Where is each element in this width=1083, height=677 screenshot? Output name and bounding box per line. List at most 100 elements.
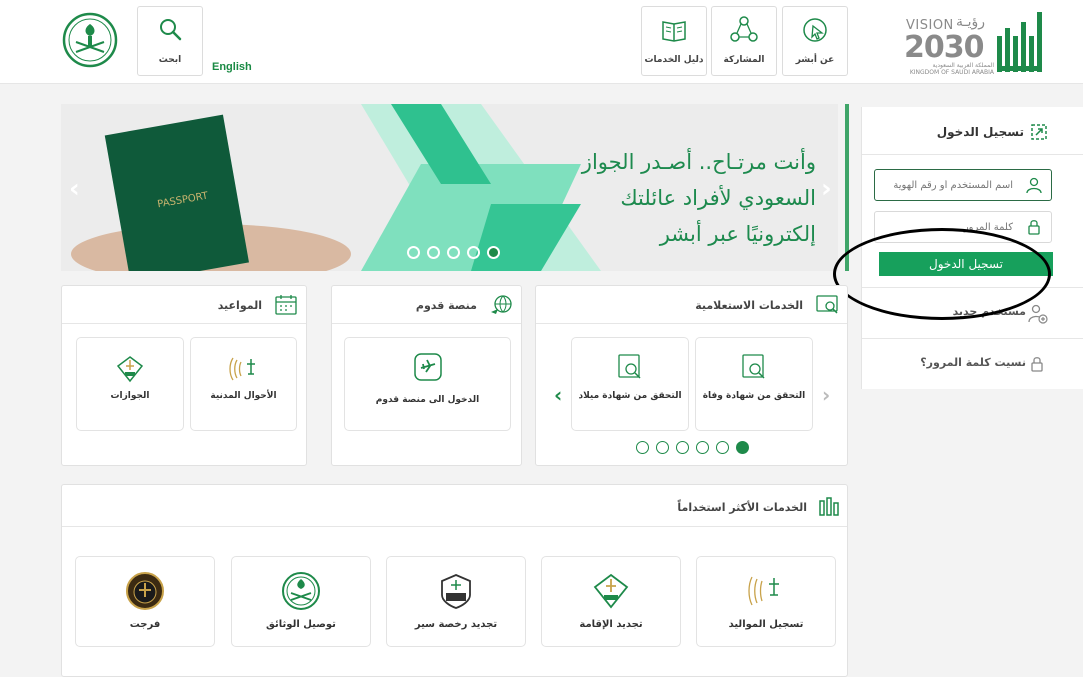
hero-dot-active[interactable] xyxy=(487,246,500,259)
hero-line: السعودي لأفراد عائلتك xyxy=(620,186,816,210)
inquiry-services-card: الخدمات الاستعلامية › التحقق من شهادة وف… xyxy=(535,285,848,466)
appointment-tile[interactable]: الجوازات xyxy=(76,337,184,431)
inquiry-tile[interactable]: التحقق من شهادة ميلاد xyxy=(571,337,689,431)
login-header: تسجيل الدخول xyxy=(862,107,1083,155)
plane-icon xyxy=(413,353,442,381)
card-title: منصة قدوم xyxy=(415,299,477,312)
nav-participation[interactable]: المشاركة xyxy=(711,6,777,76)
service-tile[interactable]: تسجيل المواليد xyxy=(696,556,836,647)
hero-prev-icon[interactable]: ‹ xyxy=(69,174,80,204)
civil-affairs-fingerprint-icon xyxy=(748,576,779,606)
lock-icon xyxy=(1028,220,1040,235)
hero-next-icon[interactable]: › xyxy=(821,174,832,204)
tile-label: التحقق من شهادة ميلاد xyxy=(578,391,682,401)
passports-emblem-icon xyxy=(116,356,144,383)
vision-year: 2030 xyxy=(904,30,984,65)
share-network-icon xyxy=(730,16,758,42)
calendar-icon xyxy=(275,295,297,315)
add-user-icon xyxy=(1028,304,1048,324)
page-dot[interactable] xyxy=(676,441,689,454)
arrival-tile[interactable]: الدخول الى منصة قدوم xyxy=(344,337,511,431)
hero-dot[interactable] xyxy=(407,246,420,259)
page-dot[interactable] xyxy=(716,441,729,454)
hero-carousel[interactable]: PASSPORT ‹ › وأنت مرتـاح.. أصـدر الجواز … xyxy=(61,104,838,271)
header-bar: VISION رؤيـة 2030 المملكة العربية السعود… xyxy=(0,0,1083,84)
service-tile[interactable]: تجديد رخصة سير xyxy=(386,556,526,647)
globe-plane-icon xyxy=(491,295,512,314)
appointment-tile[interactable]: الأحوال المدنية xyxy=(190,337,297,431)
chevron-left-icon[interactable]: ‹ xyxy=(554,383,562,407)
card-title: الخدمات الأكثر استخداماً xyxy=(677,501,807,514)
tile-label: تجديد الإقامة xyxy=(579,619,643,630)
tile-label: تسجيل المواليد xyxy=(728,619,804,630)
passports-emblem-icon xyxy=(593,573,629,609)
english-link[interactable]: English xyxy=(212,61,252,73)
hero-line: إلكترونيًا عبر أبشر xyxy=(659,222,816,246)
forgot-password-label: نسيت كلمة المرور؟ xyxy=(920,356,1026,369)
search-button[interactable]: ابحث xyxy=(137,6,203,76)
saudi-emblem-icon xyxy=(282,572,320,610)
arrival-platform-card: منصة قدوم الدخول الى منصة قدوم xyxy=(331,285,522,466)
hero-dot[interactable] xyxy=(467,246,480,259)
username-field[interactable] xyxy=(874,169,1052,201)
book-icon xyxy=(662,21,686,42)
tile-label: الجوازات xyxy=(110,391,150,401)
vision-2030-logo: VISION رؤيـة 2030 المملكة العربية السعود… xyxy=(900,12,994,76)
login-icon xyxy=(1031,124,1047,140)
saudi-emblem-icon xyxy=(62,12,118,68)
vision-sub-en: KINGDOM OF SAUDI ARABIA xyxy=(909,69,994,76)
chevron-right-icon[interactable]: › xyxy=(822,383,830,407)
certificate-search-icon xyxy=(618,354,641,379)
tile-label: فرجت xyxy=(129,619,161,630)
vision-subtitle: المملكة العربية السعودية KINGDOM OF SAUD… xyxy=(904,62,994,76)
username-input[interactable] xyxy=(875,170,1019,200)
inquiry-tile[interactable]: التحقق من شهادة وفاة xyxy=(695,337,813,431)
nav-label: المشاركة xyxy=(723,55,765,65)
appointments-card: المواعيد الأحوال المدنية الجوازات xyxy=(61,285,307,466)
nav-services-guide[interactable]: دليل الخدمات xyxy=(641,6,707,76)
user-icon xyxy=(1026,177,1042,194)
forgot-password-link[interactable]: نسيت كلمة المرور؟ xyxy=(862,338,1083,388)
vision-sub-ar: المملكة العربية السعودية xyxy=(932,62,994,69)
tile-label: تجديد رخصة سير xyxy=(414,619,498,630)
most-used-services-card: الخدمات الأكثر استخداماً تسجيل المواليد … xyxy=(61,484,848,677)
nav-label: دليل الخدمات xyxy=(644,55,704,65)
civil-affairs-fingerprint-icon xyxy=(228,357,255,381)
prisons-emblem-icon xyxy=(126,572,164,610)
bar-chart-icon xyxy=(819,497,839,516)
tile-label: الأحوال المدنية xyxy=(210,391,277,401)
tile-label: توصيل الوثائق xyxy=(266,619,336,630)
hero-pagination xyxy=(407,246,500,259)
page-dot[interactable] xyxy=(636,441,649,454)
card-header: المواعيد xyxy=(62,286,306,324)
page-dot[interactable] xyxy=(696,441,709,454)
tile-label: التحقق من شهادة وفاة xyxy=(702,391,806,401)
service-tile[interactable]: فرجت xyxy=(75,556,215,647)
login-title: تسجيل الدخول xyxy=(936,125,1024,139)
absher-logo[interactable] xyxy=(995,8,1047,74)
page-dot[interactable] xyxy=(656,441,669,454)
hero-dot[interactable] xyxy=(447,246,460,259)
nav-about-absher[interactable]: عن أبشر xyxy=(782,6,848,76)
hero-text: وأنت مرتـاح.. أصـدر الجواز السعودي لأفرا… xyxy=(556,144,816,252)
inquiry-pagination xyxy=(636,441,749,454)
card-header: منصة قدوم xyxy=(332,286,521,324)
search-icon xyxy=(160,19,182,41)
card-header: الخدمات الأكثر استخداماً xyxy=(62,485,847,527)
hero-line: وأنت مرتـاح.. أصـدر الجواز xyxy=(581,150,816,174)
traffic-police-badge-icon xyxy=(441,574,471,609)
card-title: الخدمات الاستعلامية xyxy=(695,299,803,312)
vision-arabic: رؤيـة xyxy=(956,14,986,30)
service-tile[interactable]: تجديد الإقامة xyxy=(541,556,681,647)
annotation-circle xyxy=(833,228,1051,320)
search-screen-icon xyxy=(816,295,838,314)
page-dot-active[interactable] xyxy=(736,441,749,454)
card-header: الخدمات الاستعلامية xyxy=(536,286,847,324)
certificate-search-icon xyxy=(742,354,765,379)
service-tile[interactable]: توصيل الوثائق xyxy=(231,556,371,647)
search-label: ابحث xyxy=(158,55,182,65)
hero-dot[interactable] xyxy=(427,246,440,259)
hero-side-stripe xyxy=(845,104,849,271)
tile-label: الدخول الى منصة قدوم xyxy=(375,395,480,405)
lock-icon xyxy=(1031,357,1043,372)
